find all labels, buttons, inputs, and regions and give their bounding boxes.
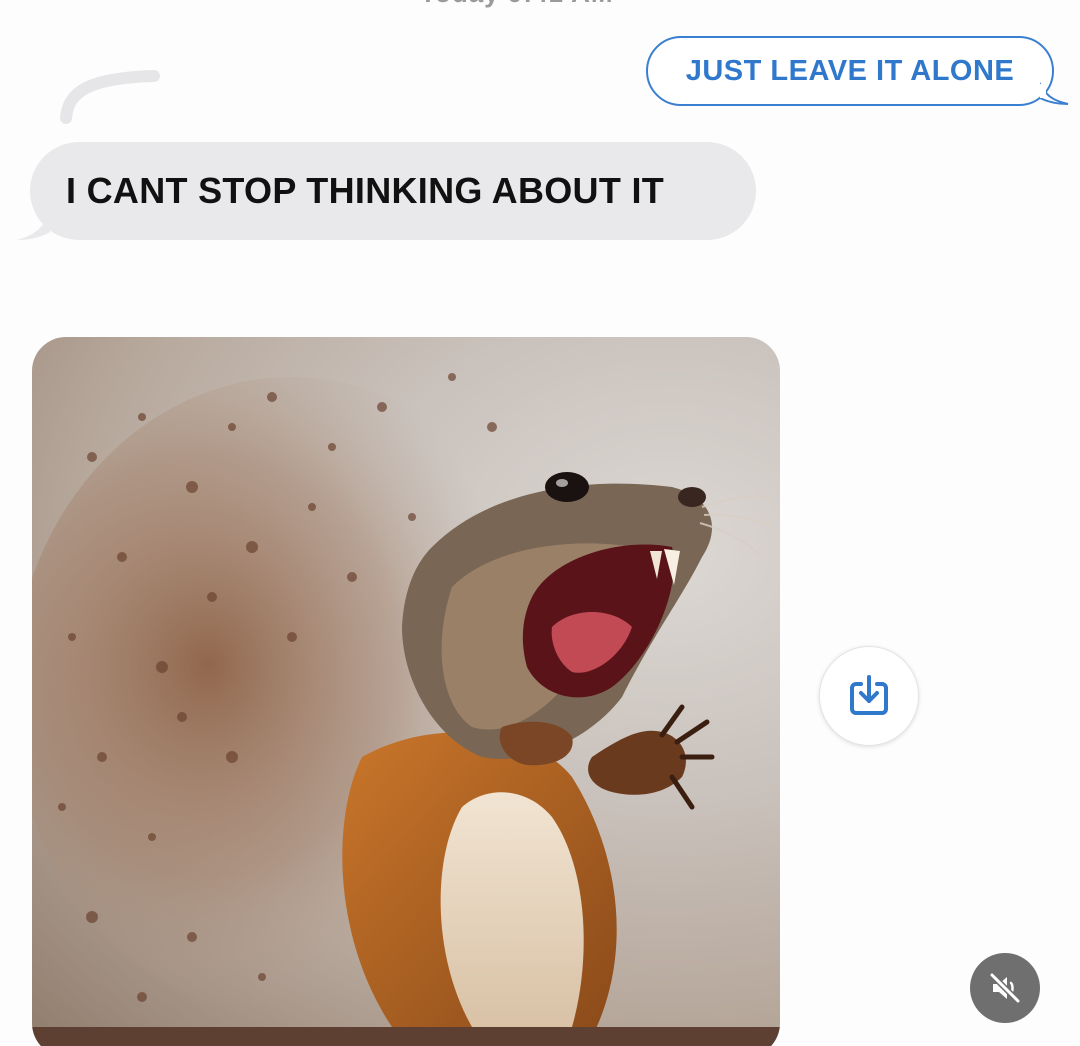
bubble-tail — [1040, 82, 1069, 105]
outgoing-message-text: JUST LEAVE IT ALONE — [685, 54, 1015, 87]
mute-toggle-button[interactable] — [970, 953, 1040, 1023]
incoming-message-bubble[interactable]: I CANT STOP THINKING ABOUT IT — [16, 142, 756, 240]
speaker-muted-icon — [989, 972, 1021, 1004]
bubble-tail — [16, 214, 50, 240]
reply-thread-line — [60, 70, 160, 124]
download-to-device-icon — [850, 675, 888, 715]
incoming-message-text: I CANT STOP THINKING ABOUT IT — [66, 170, 665, 211]
outgoing-message-bubble[interactable]: JUST LEAVE IT ALONE — [646, 36, 1069, 106]
squirrel-image — [32, 373, 780, 1046]
save-image-button[interactable] — [819, 646, 919, 746]
image-attachment[interactable] — [32, 337, 780, 1046]
chat-screen: Today 9:41 AM JUST LEAVE IT ALONE I CANT… — [0, 0, 1080, 1046]
timestamp-header: Today 9:41 AM — [420, 0, 660, 8]
timestamp-text: Today 9:41 AM — [420, 0, 614, 8]
